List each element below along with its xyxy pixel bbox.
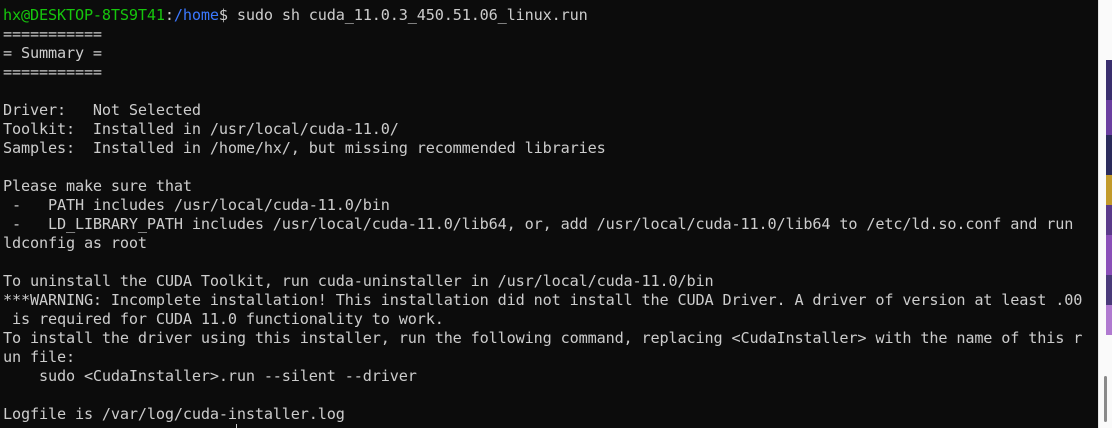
prompt-path: /home <box>173 6 219 24</box>
background-window-edge <box>1106 135 1112 175</box>
background-window-edge <box>1106 100 1112 135</box>
background-window-edge <box>1106 60 1112 100</box>
background-window-edge <box>1106 175 1112 205</box>
text-cursor <box>236 424 237 428</box>
output-line: is required for CUDA 11.0 functionality … <box>3 310 444 328</box>
output-line: - LD_LIBRARY_PATH includes /usr/local/cu… <box>3 215 1074 233</box>
output-line <box>3 253 1082 272</box>
output-line: un file: <box>3 348 75 366</box>
output-line: Samples: Installed in /home/hx/, but mis… <box>3 139 606 157</box>
prompt-user-host: hx@DESKTOP-8TS9T41 <box>3 6 165 24</box>
output-line <box>3 82 1082 101</box>
output-line <box>3 386 1082 405</box>
output-line: =========== <box>3 63 102 81</box>
output-line: sudo <CudaInstaller>.run --silent --driv… <box>3 367 417 385</box>
background-window-edge <box>1106 305 1112 335</box>
background-window-edge <box>1106 205 1112 235</box>
output-line: Please make sure that <box>3 177 192 195</box>
output-line <box>3 158 1082 177</box>
output-line: Logfile is /var/log/cuda-installer.log <box>3 405 345 423</box>
output-line: = Summary = <box>3 44 102 62</box>
prompt-command: sudo sh cuda_11.0.3_450.51.06_linux.run <box>227 6 588 24</box>
output-line: =========== <box>3 25 102 43</box>
output-line: ldconfig as root <box>3 234 147 252</box>
terminal-window[interactable]: hx@DESKTOP-8TS9T41:/home$ sudo sh cuda_1… <box>0 0 1098 428</box>
prompt-line: hx@DESKTOP-8TS9T41:/home$ sudo sh cuda_1… <box>3 6 1082 25</box>
prompt-symbol: $ <box>218 6 228 24</box>
background-window-edge <box>1106 275 1112 305</box>
output-line: To install the driver using this install… <box>3 329 1083 347</box>
output-line: - PATH includes /usr/local/cuda-11.0/bin <box>3 196 390 214</box>
output-line: To uninstall the CUDA Toolkit, run cuda-… <box>3 272 714 290</box>
output-line: Toolkit: Installed in /usr/local/cuda-11… <box>3 120 399 138</box>
background-window-edge <box>1106 235 1112 275</box>
scrollbar-thumb[interactable] <box>1104 376 1107 422</box>
output-line: Driver: Not Selected <box>3 101 201 119</box>
prompt-separator: : <box>164 6 174 24</box>
output-line: ***WARNING: Incomplete installation! Thi… <box>3 291 1083 309</box>
terminal-output: hx@DESKTOP-8TS9T41:/home$ sudo sh cuda_1… <box>3 6 1082 424</box>
